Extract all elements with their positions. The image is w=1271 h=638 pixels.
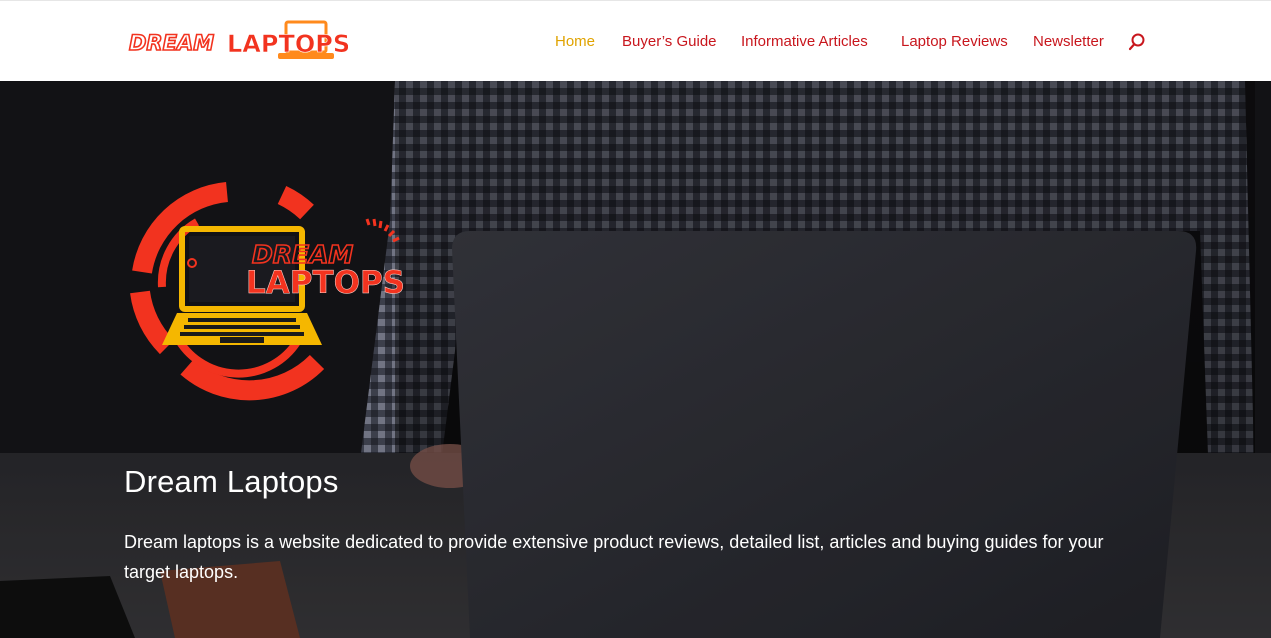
logo-dream-text: DREAM <box>129 31 214 55</box>
emblem-laptops-text: LAPTOPS <box>246 265 405 301</box>
nav-home[interactable]: Home <box>555 33 595 50</box>
hero-title: Dream Laptops <box>124 464 339 499</box>
nav-newsletter[interactable]: Newsletter <box>1033 33 1104 50</box>
site-header: DREAM LAPTOPS Home Buyer’s Guide Informa… <box>0 0 1271 81</box>
dream-laptops-emblem-icon: DREAM LAPTOPS <box>130 182 405 401</box>
hero-section: DREAM LAPTOPS Dream Laptops Dream laptop… <box>0 81 1271 638</box>
header-logo[interactable]: DREAM LAPTOPS <box>128 20 350 62</box>
nav-buyers-guide[interactable]: Buyer’s Guide <box>622 33 717 50</box>
nav-laptop-reviews[interactable]: Laptop Reviews <box>901 33 1008 50</box>
logo-laptops-text: LAPTOPS <box>227 30 348 58</box>
dream-laptops-logo-icon: DREAM LAPTOPS <box>128 20 350 59</box>
search-icon[interactable] <box>1127 32 1147 52</box>
hero-logo: DREAM LAPTOPS <box>122 177 422 402</box>
hero-description: Dream laptops is a website dedicated to … <box>124 532 1104 582</box>
nav-informative-articles[interactable]: Informative Articles <box>741 33 868 50</box>
